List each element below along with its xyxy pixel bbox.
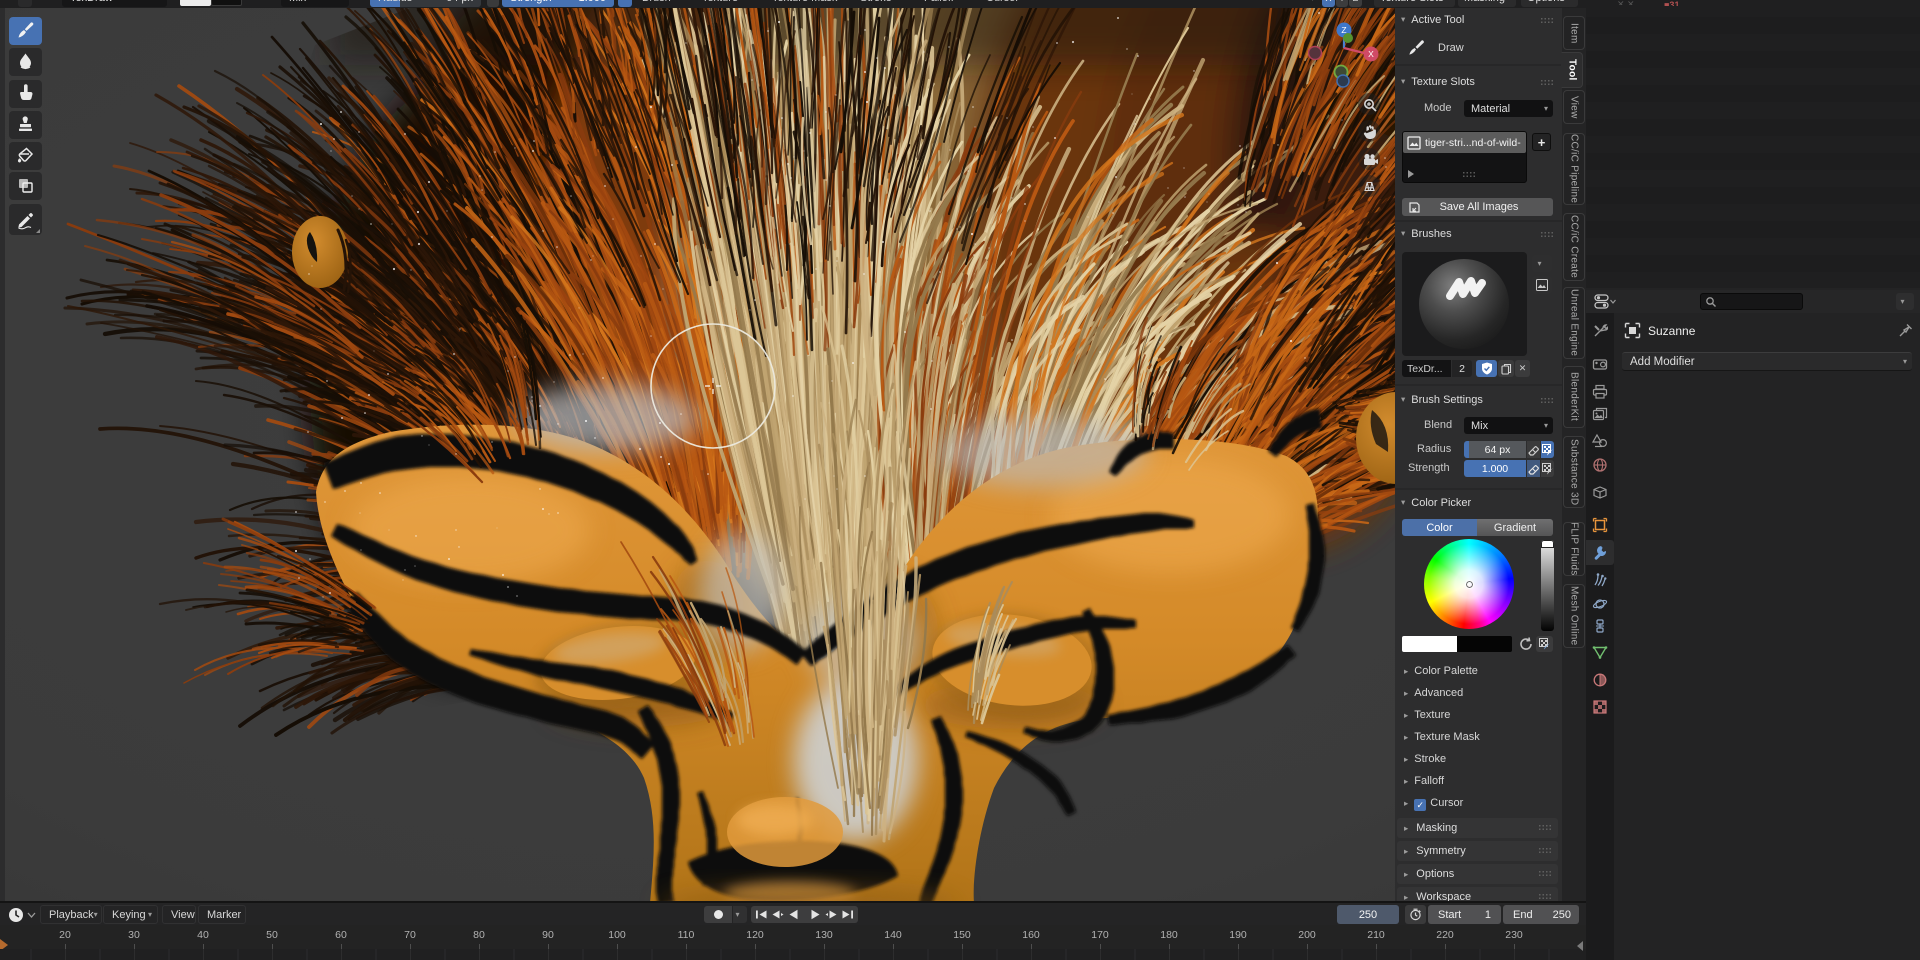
svg-text:X: X (1368, 49, 1374, 59)
